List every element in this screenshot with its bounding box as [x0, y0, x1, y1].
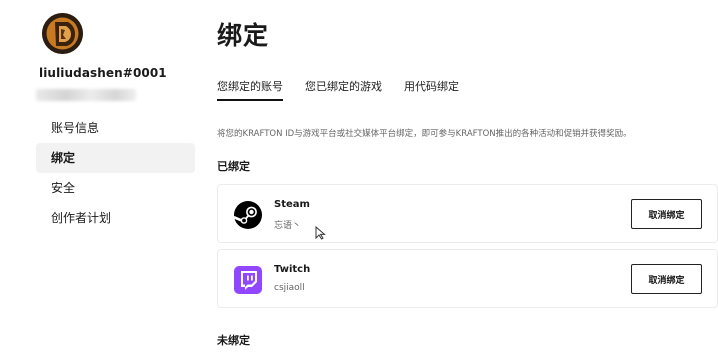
avatar[interactable] — [42, 13, 83, 54]
twitch-icon — [234, 266, 262, 294]
unbound-section-title: 未绑定 — [217, 334, 250, 347]
tab-link-by-code[interactable]: 用代码绑定 — [404, 78, 459, 101]
sidebar-item-account-info[interactable]: 账号信息 — [36, 113, 195, 143]
unbind-button-steam[interactable]: 取消绑定 — [631, 199, 702, 229]
bound-account-card-twitch: Twitch csjiaoll 取消绑定 — [217, 249, 718, 308]
sidebar-item-binding[interactable]: 绑定 — [36, 143, 195, 173]
tab-bar: 您绑定的账号 您已绑定的游戏 用代码绑定 — [217, 78, 481, 101]
tab-linked-accounts[interactable]: 您绑定的账号 — [217, 78, 283, 101]
username: liuliudashen#0001 — [39, 66, 167, 80]
description-text: 将您的KRAFTON ID与游戏平台或社交媒体平台绑定，即可参与KRAFTON推… — [217, 129, 632, 139]
bound-account-card-steam: Steam 忘语丶 取消绑定 — [217, 184, 718, 243]
tab-linked-games[interactable]: 您已绑定的游戏 — [305, 78, 382, 101]
bound-section-title: 已绑定 — [217, 160, 250, 173]
blurred-account-info — [36, 89, 136, 101]
platform-account-name: csjiaoll — [274, 283, 305, 293]
mouse-cursor-icon — [315, 226, 326, 240]
sidebar-nav: 账号信息 绑定 安全 创作者计划 — [36, 113, 195, 233]
sidebar-item-security[interactable]: 安全 — [36, 173, 195, 203]
main-content: 绑定 您绑定的账号 您已绑定的游戏 用代码绑定 将您的KRAFTON ID与游戏… — [217, 0, 718, 355]
platform-name: Steam — [274, 199, 310, 210]
platform-name: Twitch — [274, 264, 311, 275]
page-title: 绑定 — [217, 21, 270, 50]
unbind-button-twitch[interactable]: 取消绑定 — [631, 264, 702, 294]
avatar-image — [42, 13, 83, 54]
sidebar: liuliudashen#0001 账号信息 绑定 安全 创作者计划 — [0, 0, 200, 355]
steam-icon — [234, 201, 262, 229]
sidebar-item-creator-program[interactable]: 创作者计划 — [36, 203, 195, 233]
platform-account-name: 忘语丶 — [274, 221, 302, 231]
